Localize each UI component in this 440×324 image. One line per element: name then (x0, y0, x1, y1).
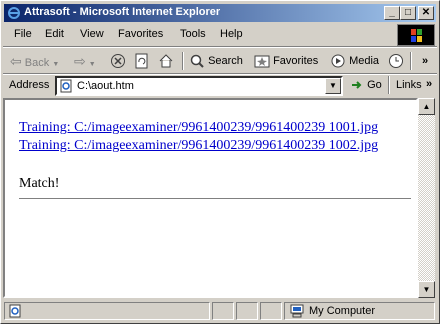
my-computer-icon (290, 304, 304, 318)
chevron-down-icon: ▼ (422, 285, 431, 294)
window-title: Attrasoft - Microsoft Internet Explorer (24, 6, 221, 18)
stop-button[interactable] (110, 52, 126, 70)
go-arrow-icon (352, 81, 362, 89)
go-button[interactable]: Go (350, 76, 382, 94)
menu-help[interactable]: Help (220, 28, 243, 40)
back-label: Back (24, 57, 50, 69)
browser-window: Attrasoft - Microsoft Internet Explorer … (0, 0, 440, 324)
close-button[interactable]: ✕ (418, 6, 434, 20)
maximize-button[interactable]: □ (400, 6, 416, 20)
vertical-scrollbar[interactable]: ▲ ▼ (418, 98, 435, 298)
ie-icon (8, 7, 20, 19)
page-status-icon (9, 304, 21, 318)
windows-logo-icon (397, 24, 435, 46)
refresh-button[interactable] (134, 52, 150, 70)
zone-label: My Computer (309, 305, 376, 317)
media-label: Media (349, 55, 380, 67)
refresh-icon (135, 53, 148, 69)
status-pane (212, 302, 234, 320)
scroll-up-button[interactable]: ▲ (418, 98, 435, 115)
history-button[interactable] (388, 52, 404, 70)
back-button[interactable]: ⇦ Back ▼ (10, 52, 59, 70)
home-button[interactable] (158, 52, 174, 70)
chevron-up-icon: ▲ (422, 102, 431, 111)
chevron-down-icon: ▼ (329, 81, 337, 90)
page-content: Training: C:/imageexaminer/9961400239/99… (3, 98, 418, 298)
menu-favorites[interactable]: Favorites (118, 28, 163, 40)
status-pane (260, 302, 282, 320)
favorites-label: Favorites (273, 55, 319, 67)
training-link-1[interactable]: Training: C:/imageexaminer/9961400239/99… (19, 120, 378, 136)
horizontal-rule (19, 198, 411, 200)
zone-pane: My Computer (284, 302, 435, 320)
favorites-button[interactable]: Favorites (254, 52, 318, 70)
search-button[interactable]: Search (189, 52, 243, 70)
chevron-down-icon: ▼ (52, 61, 60, 68)
standard-toolbar: ⇦ Back ▼ ⇨ ▼ Search Favorites Media » (4, 49, 436, 73)
toolbar-separator (410, 52, 412, 70)
go-label: Go (367, 79, 382, 91)
stop-icon (111, 54, 125, 69)
links-button[interactable]: Links (396, 79, 422, 91)
minimize-button[interactable]: _ (384, 6, 400, 20)
match-result-text: Match! (19, 176, 60, 191)
title-bar[interactable]: Attrasoft - Microsoft Internet Explorer … (4, 4, 436, 22)
address-label: Address (9, 79, 50, 91)
toolbar-separator (182, 52, 184, 70)
menu-edit[interactable]: Edit (45, 28, 64, 40)
training-link-2[interactable]: Training: C:/imageexaminer/9961400239/99… (19, 138, 378, 154)
media-button[interactable]: Media (330, 52, 379, 70)
search-label: Search (208, 55, 243, 67)
search-icon (190, 54, 204, 68)
page-icon (60, 79, 72, 93)
toolbar-overflow-button[interactable]: » (422, 52, 428, 70)
address-input[interactable]: C:\aout.htm ▼ (55, 76, 343, 96)
status-bar: My Computer (3, 301, 437, 321)
chevron-down-icon: ▼ (88, 61, 96, 68)
address-dropdown-button[interactable]: ▼ (325, 78, 341, 94)
scroll-down-button[interactable]: ▼ (418, 281, 435, 298)
status-text-pane (4, 302, 210, 320)
status-pane (236, 302, 258, 320)
favorites-star-icon (254, 55, 270, 68)
menu-tools[interactable]: Tools (180, 28, 206, 40)
links-overflow-button[interactable]: » (426, 78, 432, 90)
forward-button[interactable]: ⇨ ▼ (74, 52, 96, 70)
media-icon (331, 54, 345, 68)
menu-file[interactable]: File (14, 28, 32, 40)
menu-bar: File Edit View Favorites Tools Help (4, 25, 396, 45)
separator (3, 46, 437, 48)
toolbar-separator (388, 76, 390, 94)
back-arrow-icon: ⇦ (10, 53, 22, 69)
history-icon (389, 54, 403, 69)
address-bar: Address C:\aout.htm ▼ Go Links » (4, 75, 436, 97)
home-icon (159, 54, 173, 68)
address-text: C:\aout.htm (77, 80, 134, 92)
forward-arrow-icon: ⇨ (74, 53, 86, 69)
menu-view[interactable]: View (80, 28, 104, 40)
